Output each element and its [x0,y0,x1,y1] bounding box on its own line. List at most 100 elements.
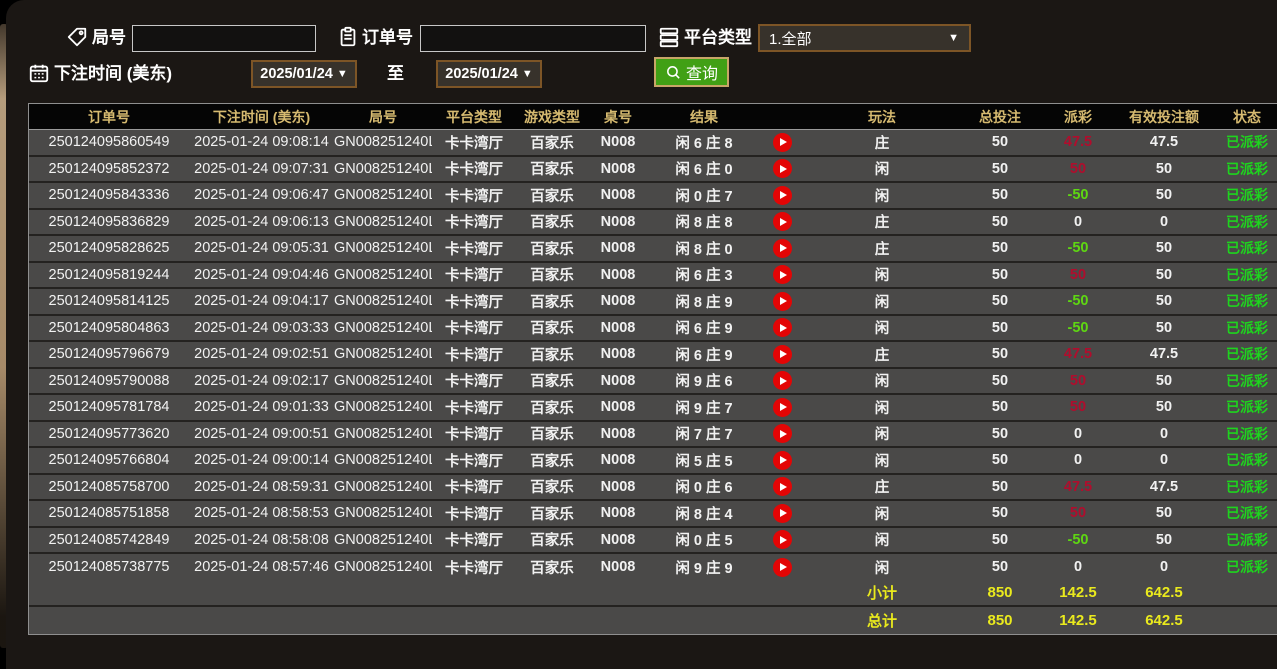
play-icon[interactable] [773,558,792,577]
order-cell: 250124095828625 [29,236,189,263]
play-icon[interactable] [773,133,792,152]
side-cell: 闲 [804,316,960,343]
round-cell: GN008251240LI [334,475,432,502]
table-row: 2501240957966792025-01-24 09:02:51GN0082… [29,342,1277,369]
status-cell: 已派彩 [1212,316,1277,343]
grand-total-total-bet: 850 [960,607,1040,634]
play-icon[interactable] [773,292,792,311]
game-type-cell: 百家乐 [516,183,588,210]
table-no-cell: N008 [588,130,648,157]
payout-cell: 47.5 [1040,475,1116,502]
play-icon[interactable] [773,451,792,470]
valid-bet-cell: 50 [1116,369,1212,396]
order-cell: 250124095852372 [29,157,189,184]
order-cell: 250124095860549 [29,130,189,157]
bet-time-cell: 2025-01-24 09:07:31 [189,157,334,184]
valid-bet-cell: 0 [1116,422,1212,449]
round-cell: GN008251240LL [334,395,432,422]
round-cell: GN008251240LS [334,210,432,237]
total-bet-cell: 50 [960,289,1040,316]
play-icon[interactable] [773,212,792,231]
payout-cell: 0 [1040,554,1116,581]
order-cell: 250124095814125 [29,289,189,316]
order-no-input[interactable] [420,25,646,52]
side-cell: 闲 [804,289,960,316]
round-cell: GN008251240LF [334,554,432,581]
search-button[interactable]: 查询 [654,57,729,87]
result-cell: 闲 0 庄 6 [648,475,760,502]
play-icon[interactable] [773,239,792,258]
play-icon[interactable] [773,318,792,337]
bet-time-cell: 2025-01-24 08:58:53 [189,501,334,528]
bet-records-table: 订单号 下注时间 (美东) 局号 平台类型 游戏类型 桌号 结果 玩法 总投注 … [28,103,1277,635]
payout-cell: 0 [1040,210,1116,237]
result-cell: 闲 8 庄 9 [648,289,760,316]
bet-time-cell: 2025-01-24 09:01:33 [189,395,334,422]
table-no-cell: N008 [588,236,648,263]
table-no-cell: N008 [588,289,648,316]
table-row: 2501240958523722025-01-24 09:07:31GN0082… [29,157,1277,184]
table-row: 2501240957736202025-01-24 09:00:51GN0082… [29,422,1277,449]
round-cell: GN008251240LG [334,528,432,555]
platform-cell: 卡卡湾厅 [432,316,516,343]
payout-cell: -50 [1040,528,1116,555]
play-icon[interactable] [773,424,792,443]
order-cell: 250124085742849 [29,528,189,555]
status-cell: 已派彩 [1212,448,1277,475]
payout-cell: 50 [1040,501,1116,528]
platform-cell: 卡卡湾厅 [432,554,516,581]
result-cell: 闲 8 庄 4 [648,501,760,528]
round-cell: GN008251240LO [334,316,432,343]
payout-cell: -50 [1040,289,1116,316]
play-icon[interactable] [773,477,792,496]
table-body: 2501240958605492025-01-24 09:08:14GN0082… [29,130,1277,581]
play-icon[interactable] [773,265,792,284]
platform-cell: 卡卡湾厅 [432,342,516,369]
play-icon[interactable] [773,371,792,390]
payout-cell: 50 [1040,369,1116,396]
play-icon[interactable] [773,504,792,523]
play-cell [760,369,804,396]
total-bet-cell: 50 [960,210,1040,237]
table-no-cell: N008 [588,342,648,369]
table-row: 2501240857587002025-01-24 08:59:31GN0082… [29,475,1277,502]
play-icon[interactable] [773,159,792,178]
play-icon[interactable] [773,398,792,417]
bet-time-cell: 2025-01-24 09:00:14 [189,448,334,475]
valid-bet-cell: 50 [1116,528,1212,555]
col-valid-bet: 有效投注额 [1116,104,1212,130]
date-to-picker[interactable]: 2025/01/24 ▼ [436,60,542,88]
play-icon[interactable] [773,530,792,549]
date-from-picker[interactable]: 2025/01/24 ▼ [251,60,357,88]
game-type-cell: 百家乐 [516,316,588,343]
play-icon[interactable] [773,186,792,205]
total-bet-cell: 50 [960,316,1040,343]
status-cell: 已派彩 [1212,395,1277,422]
game-type-cell: 百家乐 [516,130,588,157]
round-cell: GN008251240LJ [334,448,432,475]
game-type-cell: 百家乐 [516,475,588,502]
status-cell: 已派彩 [1212,157,1277,184]
result-cell: 闲 7 庄 7 [648,422,760,449]
col-replay [760,104,804,130]
server-icon [658,26,680,48]
valid-bet-cell: 47.5 [1116,130,1212,157]
col-status: 状态 [1212,104,1277,130]
play-icon[interactable] [773,345,792,364]
side-cell: 闲 [804,183,960,210]
col-round-no: 局号 [334,104,432,130]
table-no-cell: N008 [588,369,648,396]
round-cell: GN008251240LT [334,183,432,210]
bet-time-cell: 2025-01-24 09:08:14 [189,130,334,157]
platform-cell: 卡卡湾厅 [432,157,516,184]
bet-time-cell: 2025-01-24 09:04:17 [189,289,334,316]
result-cell: 闲 9 庄 9 [648,554,760,581]
status-cell: 已派彩 [1212,342,1277,369]
table-row: 2501240958141252025-01-24 09:04:17GN0082… [29,289,1277,316]
round-no-input[interactable] [132,25,316,52]
order-cell: 250124095766804 [29,448,189,475]
grand-total-valid-bet: 642.5 [1116,607,1212,634]
table-row: 2501240958286252025-01-24 09:05:31GN0082… [29,236,1277,263]
total-bet-cell: 50 [960,369,1040,396]
platform-type-select[interactable]: 1.全部 ▼ [758,24,971,52]
